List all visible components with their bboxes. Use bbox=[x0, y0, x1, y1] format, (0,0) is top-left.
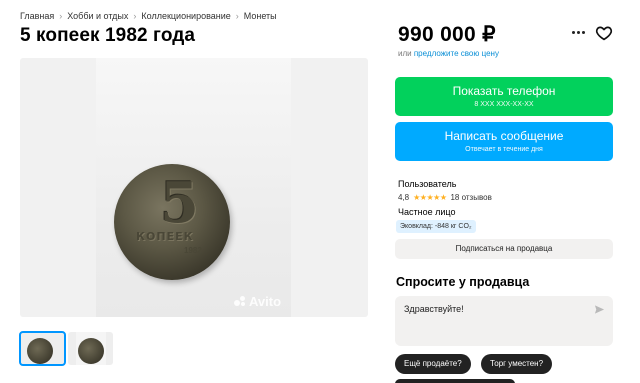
phone-mask: 8 XXX XXX-XX-XX bbox=[474, 101, 534, 108]
chevron-right-icon: › bbox=[235, 11, 239, 21]
show-phone-label: Показать телефон bbox=[452, 84, 556, 98]
price-offer: или предложите свою цену bbox=[398, 49, 499, 58]
response-time: Отвечает в течение дня bbox=[465, 146, 543, 153]
eco-badge[interactable]: Эковклад: -848 кг CO₂ bbox=[396, 220, 476, 233]
seller-name[interactable]: Пользователь bbox=[398, 179, 492, 189]
price-offer-prefix: или bbox=[398, 49, 412, 58]
seller-rating: 4,8 ★★★★★ 18 отзывов bbox=[398, 193, 492, 202]
thumbnail-coin bbox=[27, 338, 53, 364]
coin-image: 5 КОПЕЕК 1982 bbox=[114, 164, 230, 280]
breadcrumb: Главная › Хобби и отдых › Коллекциониров… bbox=[20, 11, 277, 21]
quick-question-still-selling[interactable]: Ещё продаёте? bbox=[395, 354, 471, 374]
write-message-label: Написать сообщение bbox=[444, 129, 564, 143]
chevron-right-icon: › bbox=[59, 11, 63, 21]
avito-logo-icon bbox=[234, 295, 246, 308]
quick-question-more[interactable] bbox=[395, 379, 515, 383]
ask-seller-title: Спросите у продавца bbox=[396, 275, 530, 289]
breadcrumb-item-hobby[interactable]: Хобби и отдых bbox=[67, 11, 128, 21]
watermark-text: Avito bbox=[249, 294, 282, 309]
coin-number: 5 bbox=[160, 170, 199, 236]
thumbnail-2[interactable] bbox=[68, 332, 113, 365]
thumbnail-strip bbox=[19, 331, 113, 366]
thumbnail-1[interactable] bbox=[19, 331, 66, 366]
coin-word: КОПЕЕК bbox=[136, 230, 194, 243]
reviews-link[interactable]: 18 отзывов bbox=[450, 193, 491, 202]
page-title: 5 копеек 1982 года bbox=[20, 25, 196, 46]
seller-type: Частное лицо bbox=[398, 207, 456, 217]
write-message-button[interactable]: Написать сообщение Отвечает в течение дн… bbox=[395, 122, 613, 161]
breadcrumb-item-collecting[interactable]: Коллекционирование bbox=[141, 11, 230, 21]
more-icon[interactable] bbox=[569, 23, 587, 41]
send-icon[interactable] bbox=[594, 304, 605, 315]
breadcrumb-item-home[interactable]: Главная bbox=[20, 11, 54, 21]
rating-stars-icon: ★★★★★ bbox=[413, 193, 447, 202]
breadcrumb-item-coins[interactable]: Монеты bbox=[244, 11, 277, 21]
show-phone-button[interactable]: Показать телефон 8 XXX XXX-XX-XX bbox=[395, 77, 613, 116]
coin-year: 1982 bbox=[184, 246, 202, 255]
heart-icon[interactable] bbox=[595, 24, 613, 42]
thumbnail-coin bbox=[78, 338, 104, 364]
main-photo[interactable]: 5 КОПЕЕК 1982 Avito bbox=[20, 58, 368, 317]
quick-question-bargain[interactable]: Торг уместен? bbox=[481, 354, 553, 374]
chevron-right-icon: › bbox=[133, 11, 137, 21]
subscribe-button[interactable]: Подписаться на продавца bbox=[395, 239, 613, 259]
ask-seller-input[interactable]: Здравствуйте! bbox=[395, 296, 613, 346]
seller-info: Пользователь 4,8 ★★★★★ 18 отзывов Частно… bbox=[398, 179, 492, 217]
avito-watermark: Avito bbox=[234, 294, 281, 309]
rating-value: 4,8 bbox=[398, 193, 410, 202]
ask-message-text: Здравствуйте! bbox=[404, 304, 464, 314]
price: 990 000 ₽ bbox=[398, 23, 496, 46]
offer-price-link[interactable]: предложите свою цену bbox=[414, 49, 499, 58]
